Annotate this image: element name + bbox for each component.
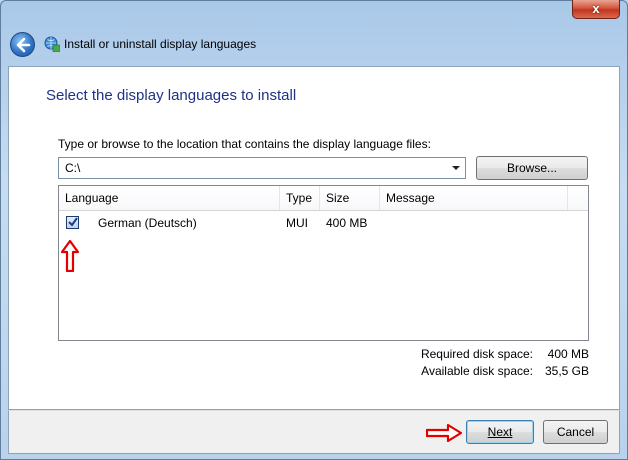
available-disk-value: 35,5 GB: [544, 364, 589, 378]
close-icon: x: [592, 1, 600, 16]
language-list[interactable]: Language Type Size Message German (Deuts…: [58, 185, 589, 341]
globe-language-icon: [44, 36, 60, 52]
next-button-label: Next: [487, 425, 513, 439]
required-disk-label: Required disk space:: [420, 347, 533, 361]
table-row[interactable]: German (Deutsch) MUI 400 MB: [59, 212, 588, 234]
column-header-message[interactable]: Message: [380, 186, 568, 210]
browse-button[interactable]: Browse...: [476, 156, 588, 180]
cell-size: 400 MB: [326, 216, 368, 230]
red-arrow-right-icon: [426, 424, 462, 442]
column-header-size[interactable]: Size: [320, 186, 380, 210]
chevron-down-icon[interactable]: [452, 166, 460, 170]
cell-language: German (Deutsch): [98, 216, 197, 230]
available-disk-label: Available disk space:: [421, 364, 533, 378]
back-button[interactable]: [10, 32, 35, 57]
column-header-type[interactable]: Type: [280, 186, 320, 210]
checkmark-icon: [68, 217, 78, 227]
close-button[interactable]: x: [572, 0, 620, 19]
cell-type: MUI: [286, 216, 308, 230]
back-arrow-icon: [16, 37, 31, 53]
location-combobox[interactable]: C:\: [58, 157, 466, 179]
required-disk-value: 400 MB: [547, 347, 589, 361]
red-arrow-up-icon: [61, 240, 79, 272]
location-value[interactable]: C:\: [65, 161, 80, 175]
cancel-button[interactable]: Cancel: [543, 420, 608, 444]
window-title: Install or uninstall display languages: [64, 37, 257, 51]
language-checkbox[interactable]: [66, 216, 79, 229]
location-prompt: Type or browse to the location that cont…: [58, 137, 431, 151]
page-heading: Select the display languages to install: [46, 87, 297, 104]
column-header-language[interactable]: Language: [59, 186, 280, 210]
next-button[interactable]: Next: [466, 420, 534, 444]
list-header: Language Type Size Message: [59, 186, 588, 211]
